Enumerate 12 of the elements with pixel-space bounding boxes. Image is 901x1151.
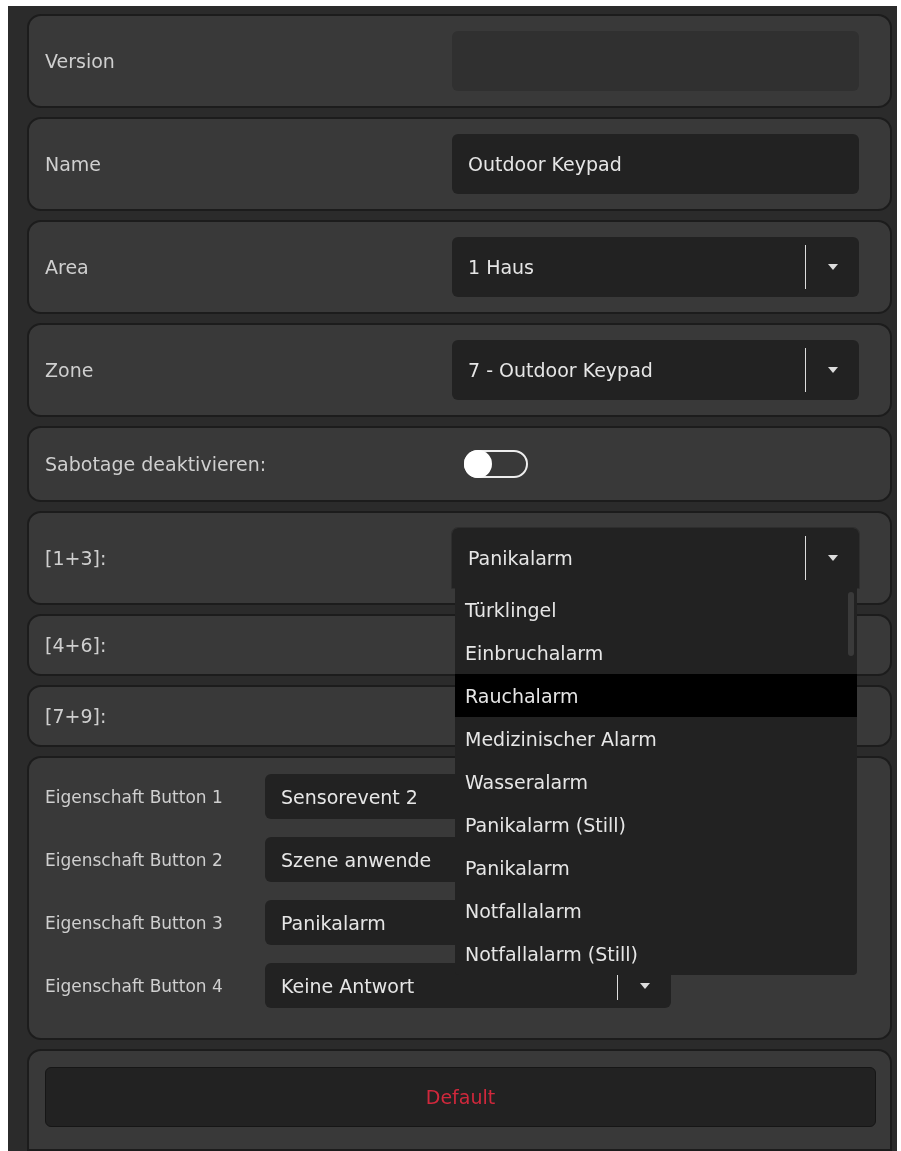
field-label: [1+3]: bbox=[45, 547, 108, 569]
field-label: [4+6]: bbox=[45, 634, 108, 656]
property-label: Eigenschaft Button 2 bbox=[45, 849, 224, 870]
field-label: Name bbox=[45, 153, 103, 175]
field-label: Sabotage deaktivieren: bbox=[45, 453, 268, 475]
property-label: Eigenschaft Button 1 bbox=[45, 786, 224, 807]
property-label: Eigenschaft Button 3 bbox=[45, 912, 224, 933]
field-label: Area bbox=[45, 256, 90, 278]
property-label: Eigenschaft Button 4 bbox=[45, 975, 224, 996]
field-label: Version bbox=[45, 50, 116, 72]
field-label: Zone bbox=[45, 359, 95, 381]
field-label: [7+9]: bbox=[45, 705, 108, 727]
